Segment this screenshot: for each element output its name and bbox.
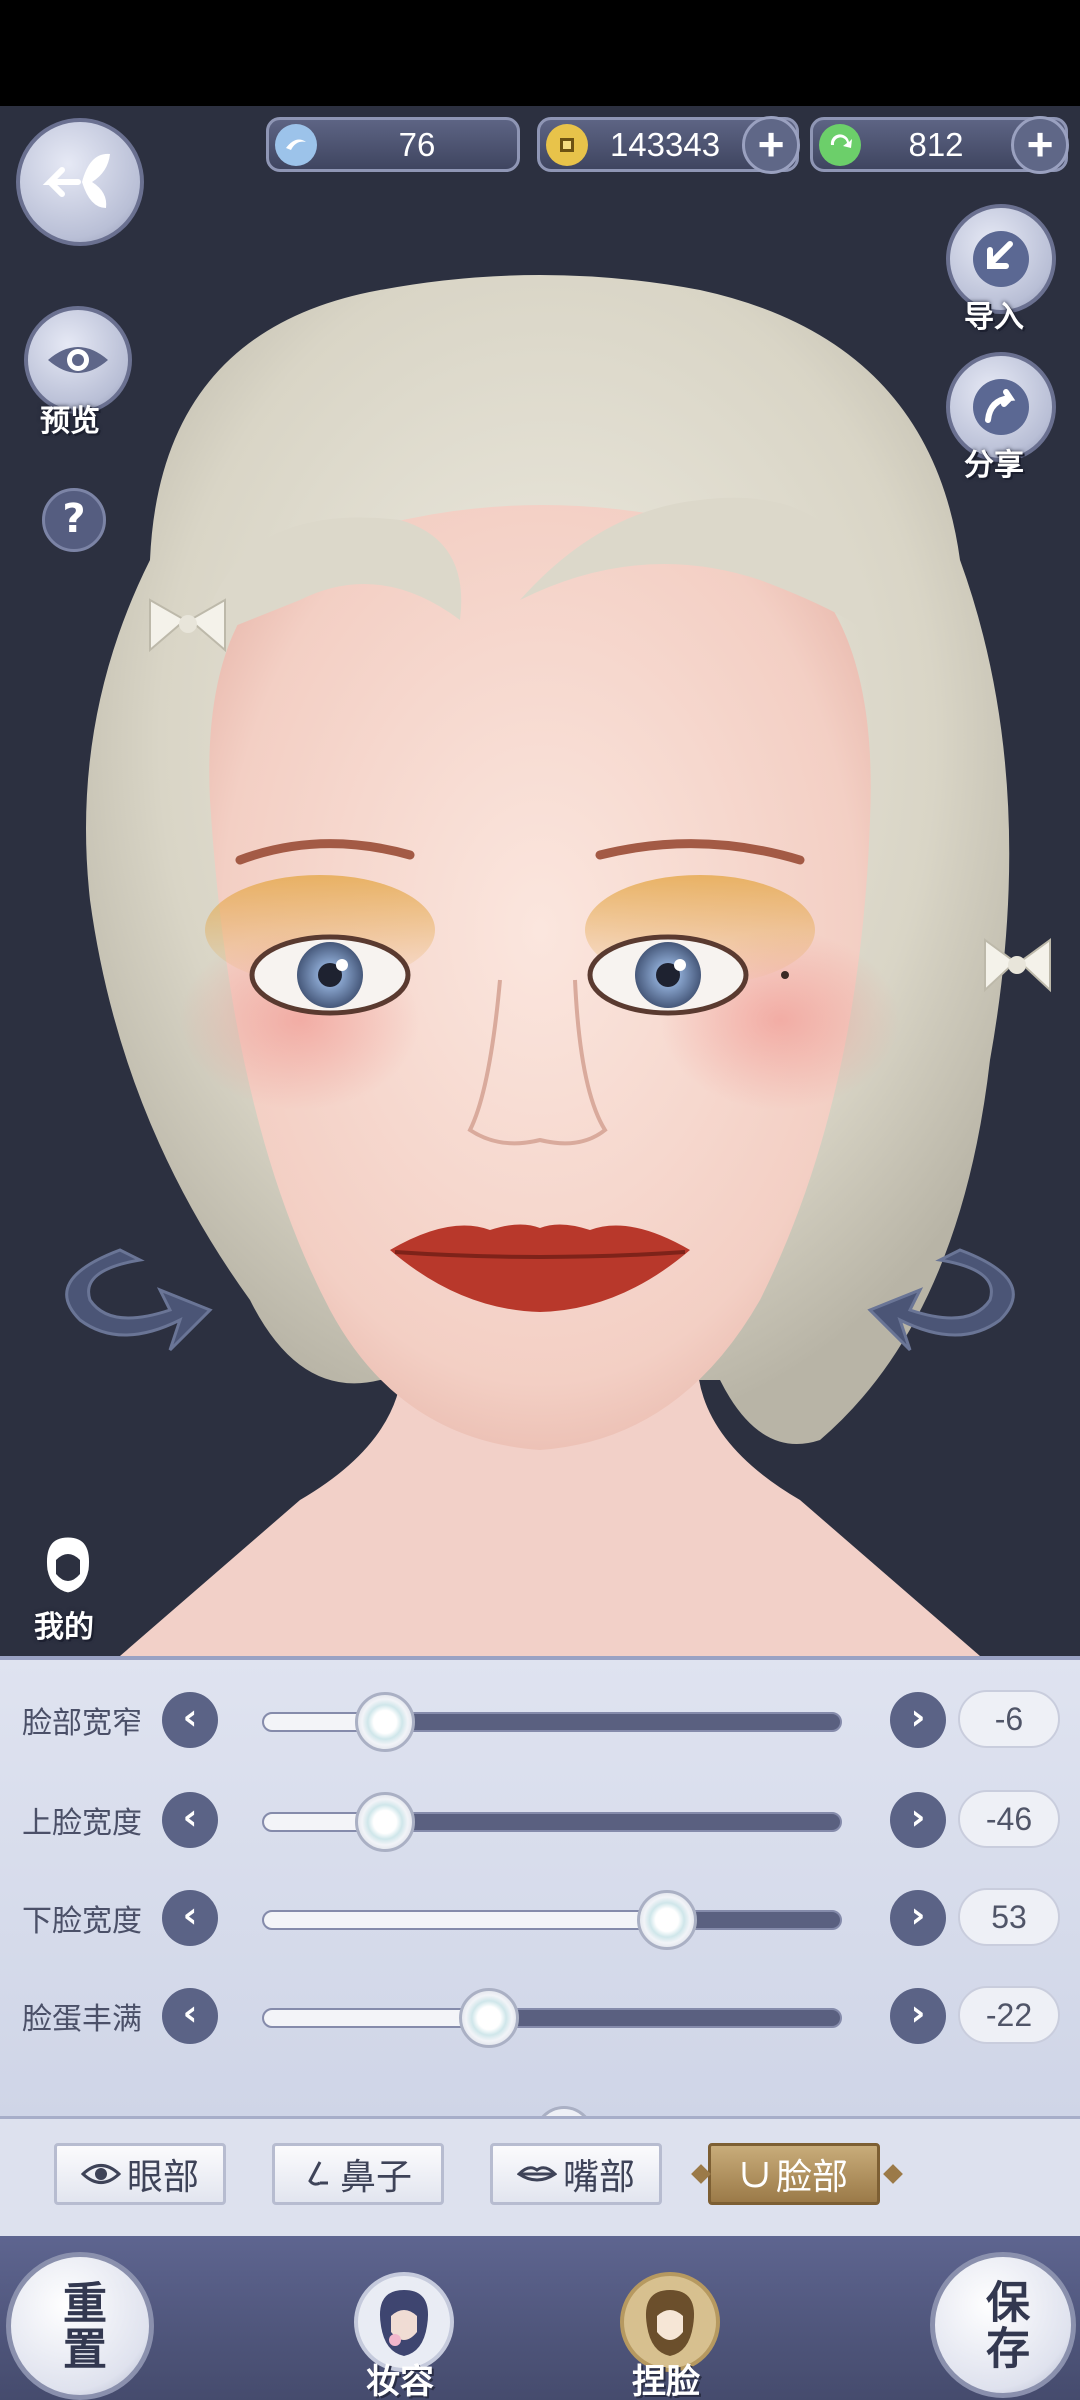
my-presets-label: 我的 bbox=[34, 1610, 94, 1645]
my-presets-button[interactable] bbox=[36, 1530, 100, 1602]
add-coin-button[interactable]: + bbox=[742, 115, 800, 174]
decrease-button[interactable]: ‹ bbox=[162, 1692, 218, 1748]
import-label: 导入 bbox=[964, 300, 1024, 335]
slider-track[interactable] bbox=[262, 1692, 842, 1752]
import-icon bbox=[973, 231, 1029, 287]
face-sculpt-label: 捏脸 bbox=[632, 2362, 700, 2400]
reset-label: 重置 bbox=[55, 2280, 106, 2372]
tab-mouth[interactable]: 嘴部 bbox=[490, 2143, 662, 2205]
slider-knob[interactable] bbox=[458, 1988, 519, 2048]
eye-icon bbox=[80, 2164, 121, 2184]
slider-knob[interactable] bbox=[637, 1890, 698, 1950]
decrease-button[interactable]: ‹ bbox=[162, 1988, 218, 2044]
next-slider-knob[interactable] bbox=[534, 2106, 594, 2116]
tab-label: 鼻子 bbox=[339, 2157, 412, 2198]
slider-row: 脸部宽窄 ‹ › -6 bbox=[0, 1680, 1080, 1760]
face-icon bbox=[742, 2162, 768, 2188]
woman-head-icon bbox=[43, 1534, 93, 1596]
coin-icon bbox=[546, 123, 588, 166]
increase-button[interactable]: › bbox=[890, 1792, 946, 1848]
coin-currency: 143343 + bbox=[537, 115, 800, 174]
rotate-left-arrow[interactable] bbox=[65, 1248, 213, 1352]
tab-label: 嘴部 bbox=[562, 2157, 635, 2198]
increase-button[interactable]: › bbox=[890, 1890, 946, 1946]
makeup-woman-icon bbox=[379, 2290, 429, 2356]
decrease-button[interactable]: ‹ bbox=[162, 1792, 218, 1848]
slider-panel[interactable]: 脸部宽窄 ‹ › -6 上脸宽度 ‹ › -46 下脸宽度 ‹ › 53 脸蛋丰… bbox=[0, 1656, 1080, 2116]
slider-track[interactable] bbox=[262, 1988, 842, 2048]
bottom-bar: 重置 妆容 捏脸 保存 bbox=[0, 2236, 1080, 2400]
slider-track[interactable] bbox=[262, 1792, 842, 1852]
character-portrait[interactable] bbox=[0, 106, 1080, 1656]
reset-button[interactable]: 重置 bbox=[6, 2252, 154, 2400]
coin-count: 143343 bbox=[609, 125, 721, 163]
token-count: 812 bbox=[908, 125, 964, 163]
slider-row: 脸蛋丰满 ‹ › -22 bbox=[0, 1976, 1080, 2056]
slider-value[interactable]: -46 bbox=[958, 1790, 1060, 1848]
increase-button[interactable]: › bbox=[890, 1988, 946, 2044]
slider-knob[interactable] bbox=[354, 1692, 415, 1752]
eye-icon bbox=[48, 347, 108, 373]
slider-label: 下脸宽度 bbox=[22, 1904, 142, 1939]
status-bar bbox=[0, 0, 1080, 106]
decrease-button[interactable]: ‹ bbox=[162, 1890, 218, 1946]
add-token-button[interactable]: + bbox=[1011, 115, 1069, 174]
share-label: 分享 bbox=[964, 448, 1024, 483]
tab-ornament-right bbox=[883, 2164, 903, 2184]
slider-value[interactable]: -22 bbox=[958, 1986, 1060, 2044]
slider-track[interactable] bbox=[262, 1890, 842, 1950]
help-button[interactable]: ? bbox=[42, 488, 106, 552]
tab-label: 眼部 bbox=[126, 2157, 199, 2198]
slider-row: 下脸宽度 ‹ › 53 bbox=[0, 1878, 1080, 1958]
lips-icon bbox=[516, 2166, 557, 2182]
slider-value[interactable]: 53 bbox=[958, 1888, 1060, 1946]
back-button[interactable] bbox=[16, 118, 144, 246]
category-tabs: 眼部 鼻子 嘴部 脸部 bbox=[0, 2116, 1080, 2236]
increase-button[interactable]: › bbox=[890, 1692, 946, 1748]
token-currency: 812 + bbox=[810, 115, 1069, 174]
share-icon bbox=[973, 379, 1029, 435]
slider-knob[interactable] bbox=[354, 1792, 415, 1852]
jade-icon bbox=[275, 123, 317, 166]
face-sculpt-woman-icon bbox=[645, 2290, 695, 2356]
slider-value[interactable]: -6 bbox=[958, 1690, 1060, 1748]
slider-row: 上脸宽度 ‹ › -46 bbox=[0, 1780, 1080, 1860]
slider-label: 上脸宽度 bbox=[22, 1806, 142, 1841]
preview-label: 预览 bbox=[40, 404, 100, 439]
jade-currency: 76 bbox=[266, 117, 520, 172]
tab-eyes[interactable]: 眼部 bbox=[54, 2143, 226, 2205]
butterfly-back-icon bbox=[42, 153, 110, 208]
tab-nose[interactable]: 鼻子 bbox=[272, 2143, 444, 2205]
character-viewport[interactable] bbox=[0, 106, 1080, 1656]
makeup-label: 妆容 bbox=[366, 2362, 434, 2400]
nose-icon bbox=[308, 2161, 328, 2186]
token-icon bbox=[819, 123, 861, 166]
slider-label: 脸蛋丰满 bbox=[22, 2002, 142, 2037]
save-label: 保存 bbox=[978, 2279, 1029, 2371]
jade-count: 76 bbox=[398, 125, 436, 163]
tab-face[interactable]: 脸部 bbox=[708, 2143, 880, 2205]
tab-label: 脸部 bbox=[775, 2157, 848, 2198]
slider-label: 脸部宽窄 bbox=[22, 1706, 142, 1741]
save-button[interactable]: 保存 bbox=[930, 2252, 1076, 2398]
help-glyph: ? bbox=[62, 496, 86, 542]
